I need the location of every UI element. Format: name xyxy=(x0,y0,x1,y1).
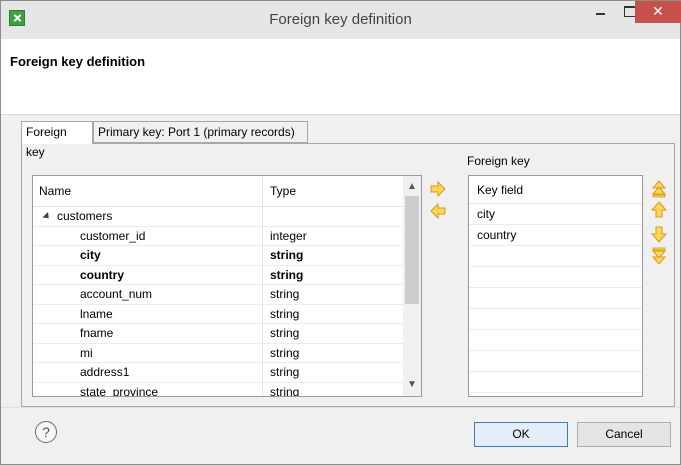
key-field-row[interactable]: city xyxy=(469,204,642,225)
key-field-column-header[interactable]: Key field xyxy=(469,176,642,204)
field-name: account_num xyxy=(33,285,263,304)
table-row[interactable]: lname string xyxy=(33,304,403,324)
minimize-button[interactable] xyxy=(586,1,614,23)
window-title: Foreign key definition xyxy=(269,11,412,28)
root-record-name: customers xyxy=(57,209,113,223)
field-type: string xyxy=(270,384,300,397)
table-row[interactable]: state_province string xyxy=(33,382,403,397)
foreign-key-section-label: Foreign key xyxy=(467,154,530,168)
field-name: lname xyxy=(33,304,263,324)
field-name: address1 xyxy=(33,363,263,382)
arrow-up-icon xyxy=(650,201,668,218)
double-down-icon xyxy=(651,247,667,265)
field-name: customer_id xyxy=(33,226,263,246)
key-fields-table[interactable]: Key field city country xyxy=(468,175,643,397)
empty-row xyxy=(469,372,642,393)
cancel-button[interactable]: Cancel xyxy=(577,422,671,447)
empty-row xyxy=(469,267,642,288)
field-type: string xyxy=(270,326,300,340)
field-name: city xyxy=(33,246,263,265)
remove-from-key-button[interactable] xyxy=(429,202,447,220)
field-type: string xyxy=(270,267,304,282)
close-icon: ✕ xyxy=(652,3,664,19)
empty-row xyxy=(469,246,642,267)
column-header-name[interactable]: Name xyxy=(33,176,263,206)
field-name: mi xyxy=(33,343,263,363)
dialog-header: Foreign key definition xyxy=(1,39,680,115)
arrow-right-icon xyxy=(430,180,446,198)
fields-table[interactable]: Name Type customers customer_id integer … xyxy=(32,175,422,397)
move-down-button[interactable] xyxy=(650,225,668,243)
move-to-top-button[interactable] xyxy=(651,180,667,198)
key-field-row[interactable]: country xyxy=(469,225,642,246)
field-type: string xyxy=(270,365,300,379)
dialog-window: Foreign key definition ✕ Foreign key def… xyxy=(0,0,681,465)
dialog-heading: Foreign key definition xyxy=(10,54,146,69)
scroll-up-icon[interactable]: ▲ xyxy=(403,178,421,196)
field-type: string xyxy=(270,345,300,360)
vertical-scrollbar[interactable]: ▲ ▼ xyxy=(403,176,421,396)
add-to-key-button[interactable] xyxy=(429,180,447,198)
field-type: string xyxy=(270,248,304,262)
field-name: country xyxy=(33,265,263,285)
arrow-down-icon xyxy=(650,226,668,243)
help-button[interactable]: ? xyxy=(35,421,57,443)
arrow-left-icon xyxy=(430,202,446,220)
field-name: state_province xyxy=(33,382,263,396)
empty-row xyxy=(469,330,642,351)
question-icon: ? xyxy=(42,424,50,440)
tab-primary-key[interactable]: Primary key: Port 1 (primary records) xyxy=(93,121,308,143)
move-to-bottom-button[interactable] xyxy=(651,247,667,265)
tab-foreign-key[interactable]: Foreign key xyxy=(21,121,93,159)
scroll-thumb[interactable] xyxy=(405,196,419,304)
field-type: string xyxy=(270,306,300,321)
title-bar: Foreign key definition ✕ xyxy=(1,1,681,39)
scroll-down-icon[interactable]: ▼ xyxy=(403,376,421,394)
table-row[interactable]: fname string xyxy=(33,324,403,344)
field-name: fname xyxy=(33,324,263,343)
table-row[interactable]: address1 string xyxy=(33,363,403,383)
table-row[interactable]: mi string xyxy=(33,343,403,363)
table-row[interactable]: country string xyxy=(33,265,403,285)
close-button[interactable]: ✕ xyxy=(635,1,681,23)
empty-row xyxy=(469,309,642,330)
field-type: integer xyxy=(270,228,307,243)
tree-root-row[interactable]: customers xyxy=(33,207,403,227)
column-header-type[interactable]: Type xyxy=(264,176,401,206)
expand-triangle-icon[interactable] xyxy=(42,212,52,222)
ok-button[interactable]: OK xyxy=(474,422,568,447)
table-row[interactable]: city string xyxy=(33,246,403,266)
double-up-icon xyxy=(651,180,667,198)
field-type: string xyxy=(270,287,300,301)
table-row[interactable]: account_num string xyxy=(33,285,403,305)
empty-row xyxy=(469,288,642,309)
empty-row xyxy=(469,351,642,372)
footer-divider xyxy=(1,407,680,408)
move-up-button[interactable] xyxy=(650,201,668,219)
table-row[interactable]: customer_id integer xyxy=(33,226,403,246)
